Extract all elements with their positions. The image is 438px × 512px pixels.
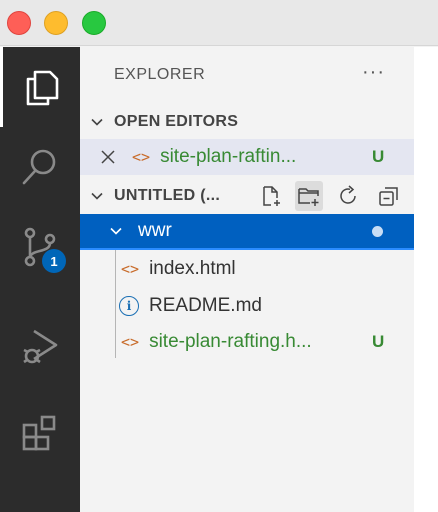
files-icon	[26, 70, 58, 106]
editor-edge	[414, 47, 438, 512]
zoom-window-button[interactable]	[82, 11, 106, 35]
run-debug-icon	[23, 329, 58, 364]
untracked-badge: U	[372, 147, 385, 166]
activity-extensions[interactable]	[0, 393, 80, 473]
extensions-icon	[22, 415, 56, 451]
open-editor-filename: site-plan-raftin...	[160, 146, 297, 167]
activity-bar: 1	[0, 47, 80, 512]
file-name: README.md	[149, 295, 262, 316]
activity-search[interactable]	[0, 127, 80, 207]
workspace-header[interactable]: UNTITLED (...	[80, 179, 414, 213]
more-actions-icon[interactable]: ···	[362, 61, 385, 84]
new-folder-button[interactable]	[295, 181, 323, 211]
activity-source-control[interactable]: 1	[0, 207, 80, 287]
new-file-icon	[263, 186, 280, 206]
file-name: site-plan-rafting.h...	[149, 331, 312, 352]
scm-count-badge: 1	[42, 249, 66, 273]
open-editors-header[interactable]: OPEN EDITORS	[80, 105, 414, 139]
file-row[interactable]: i README.md	[80, 288, 414, 324]
folder-wwr[interactable]: wwr	[80, 214, 414, 250]
refresh-icon	[340, 185, 356, 204]
file-row[interactable]: <> site-plan-rafting.h... U	[80, 324, 414, 360]
explorer-title: EXPLORER	[114, 66, 206, 83]
untracked-badge: U	[372, 332, 385, 351]
refresh-button[interactable]	[334, 181, 362, 211]
modified-dot	[372, 225, 383, 237]
open-editors-label: OPEN EDITORS	[114, 113, 239, 130]
collapse-all-icon	[379, 187, 398, 206]
chevron-down-icon	[80, 188, 114, 204]
open-editor-item[interactable]: <> site-plan-raftin... U	[80, 139, 414, 175]
explorer-sidebar: EXPLORER ··· OPEN EDITORS <> site-plan-r…	[80, 47, 414, 512]
file-row[interactable]: <> index.html	[80, 251, 414, 287]
info-icon: i	[119, 296, 139, 316]
activity-run-debug[interactable]	[0, 307, 80, 387]
chevron-down-icon	[80, 114, 114, 130]
close-icon[interactable]	[80, 149, 124, 165]
new-file-button[interactable]	[257, 181, 285, 211]
workspace-label: UNTITLED (...	[114, 187, 221, 204]
collapse-all-button[interactable]	[375, 181, 403, 211]
minimize-window-button[interactable]	[44, 11, 68, 35]
activity-explorer[interactable]	[0, 47, 80, 127]
folder-name: wwr	[138, 220, 172, 241]
close-window-button[interactable]	[7, 11, 31, 35]
html-file-icon: <>	[132, 148, 151, 166]
new-folder-icon	[298, 188, 319, 206]
chevron-down-icon	[80, 223, 138, 239]
search-icon	[22, 149, 56, 185]
file-name: index.html	[149, 258, 236, 279]
html-file-icon: <>	[121, 333, 140, 351]
title-bar	[0, 0, 438, 46]
html-file-icon: <>	[121, 260, 140, 278]
